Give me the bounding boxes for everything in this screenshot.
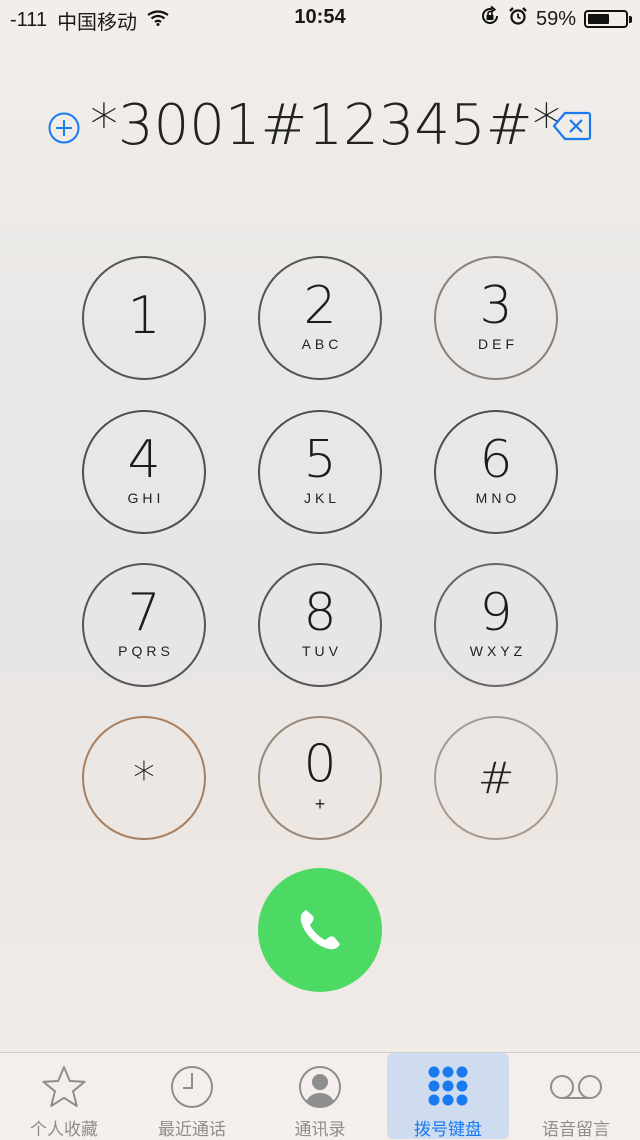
key-7[interactable]: 7 PQRS xyxy=(82,563,206,687)
phone-icon xyxy=(300,910,340,950)
key-digit: 5 xyxy=(303,430,337,490)
plus-circle-icon xyxy=(48,112,80,144)
key-letters: GHI xyxy=(127,490,165,506)
backspace-icon xyxy=(552,111,592,141)
key-digit: 4 xyxy=(127,430,161,490)
keypad-icon xyxy=(387,1063,509,1111)
key-letters: ABC xyxy=(301,336,343,352)
tab-label: 个人收藏 xyxy=(30,1120,98,1139)
key-digit: 9 xyxy=(479,583,513,643)
key-digit: 7 xyxy=(127,583,161,643)
tab-bar: 个人收藏 最近通话 通讯录 拨号键盘 语音留言 xyxy=(0,1052,640,1139)
key-digit: 6 xyxy=(479,430,513,490)
tab-voicemail[interactable]: 语音留言 xyxy=(514,1053,638,1139)
status-right: 59% xyxy=(480,5,632,32)
voicemail-icon xyxy=(514,1063,638,1111)
key-9[interactable]: 9 WXYZ xyxy=(434,563,558,687)
key-3[interactable]: 3 DEF xyxy=(434,256,558,380)
add-contact-button[interactable] xyxy=(46,110,82,146)
contacts-icon xyxy=(258,1063,382,1111)
key-digit: 8 xyxy=(303,583,337,643)
key-digit: # xyxy=(477,752,515,804)
key-6[interactable]: 6 MNO xyxy=(434,410,558,534)
key-4[interactable]: 4 GHI xyxy=(82,410,206,534)
clock-icon xyxy=(130,1063,254,1111)
key-2[interactable]: 2 ABC xyxy=(258,256,382,380)
key-letters: + xyxy=(314,793,326,814)
key-digit: * xyxy=(133,752,155,804)
key-letters: JKL xyxy=(303,490,341,506)
tab-recents[interactable]: 最近通话 xyxy=(130,1053,254,1139)
key-8[interactable]: 8 TUV xyxy=(258,563,382,687)
key-letters: TUV xyxy=(302,643,342,659)
star-icon xyxy=(2,1063,126,1111)
key-1[interactable]: 1 xyxy=(82,256,206,380)
battery-level xyxy=(588,14,609,24)
key-letters: PQRS xyxy=(118,643,174,659)
key-letters: MNO xyxy=(475,490,521,506)
battery-percent: 59% xyxy=(535,7,576,30)
key-digit: 2 xyxy=(303,276,337,336)
delete-button[interactable] xyxy=(552,110,592,142)
key-letters: WXYZ xyxy=(469,643,527,659)
rotation-lock-icon xyxy=(480,5,500,32)
key-digit: 0 xyxy=(303,733,337,794)
alarm-icon xyxy=(508,6,528,32)
key-star[interactable]: * xyxy=(82,716,206,840)
key-0[interactable]: 0 + xyxy=(258,716,382,840)
status-bar: -111 中国移动 10:54 59% xyxy=(0,0,640,36)
tab-keypad[interactable]: 拨号键盘 xyxy=(387,1053,509,1139)
tab-favorites[interactable]: 个人收藏 xyxy=(2,1053,126,1139)
key-digit: 1 xyxy=(127,286,161,346)
key-hash[interactable]: # xyxy=(434,716,558,840)
tab-label: 通讯录 xyxy=(294,1120,346,1139)
battery-icon xyxy=(584,10,632,28)
tab-label: 拨号键盘 xyxy=(414,1120,482,1139)
key-letters: DEF xyxy=(478,336,518,352)
key-digit: 3 xyxy=(479,276,513,336)
dialed-number: *3001#12345#* xyxy=(90,93,561,158)
call-button[interactable] xyxy=(258,868,382,992)
tab-label: 最近通话 xyxy=(158,1120,226,1139)
key-5[interactable]: 5 JKL xyxy=(258,410,382,534)
number-row: *3001#12345#* xyxy=(0,88,640,168)
tab-label: 语音留言 xyxy=(542,1120,610,1139)
tab-contacts[interactable]: 通讯录 xyxy=(258,1053,382,1139)
